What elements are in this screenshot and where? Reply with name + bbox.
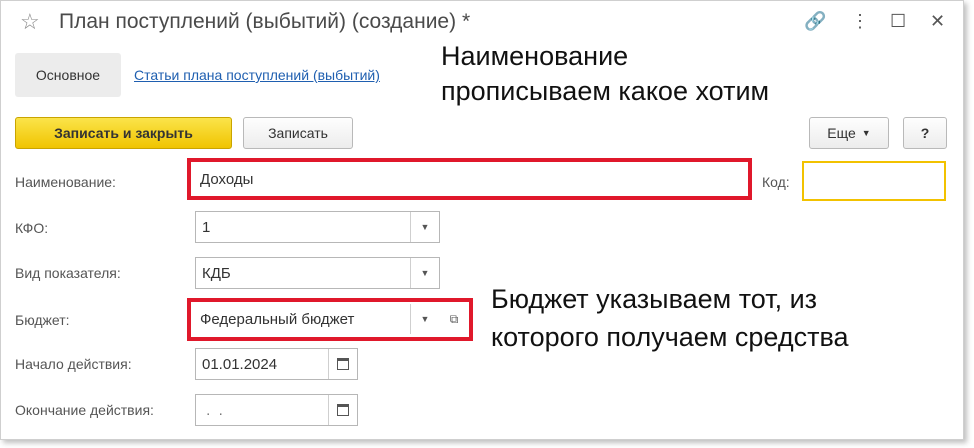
name-label: Наименование:	[15, 174, 116, 190]
indicator-value: КДБ	[202, 264, 231, 282]
start-date-field[interactable]: 01.01.2024	[195, 348, 358, 380]
end-date-label: Окончание действия:	[15, 402, 154, 418]
form-window: ☆ План поступлений (выбытий) (создание) …	[0, 0, 964, 440]
save-button[interactable]: Записать	[243, 117, 353, 149]
budget-annotation-line2: которого получаем средства	[491, 321, 849, 352]
favorite-star-icon[interactable]: ☆	[20, 9, 40, 35]
help-button[interactable]: ?	[903, 117, 947, 149]
chevron-down-icon: ▼	[861, 128, 871, 138]
budget-select[interactable]: Федеральный бюджет ▼	[194, 304, 439, 334]
budget-label: Бюджет:	[15, 312, 70, 328]
end-date-field[interactable]: . .	[195, 394, 358, 426]
kfo-value: 1	[202, 218, 211, 236]
chevron-down-icon[interactable]: ▼	[410, 258, 439, 288]
indicator-select[interactable]: КДБ ▼	[195, 257, 440, 289]
name-annotation-line2: прописываем какое хотим	[441, 76, 770, 107]
more-button-label: Еще	[827, 125, 856, 141]
more-button[interactable]: Еще ▼	[809, 117, 889, 149]
tab-plan-items-link[interactable]: Статьи плана поступлений (выбытий)	[134, 67, 380, 83]
start-date-label: Начало действия:	[15, 356, 132, 372]
tab-main[interactable]: Основное	[15, 53, 121, 97]
indicator-label: Вид показателя:	[15, 265, 121, 281]
kfo-label: КФО:	[15, 220, 49, 236]
budget-annotation: Бюджет указываем тот, из которого получа…	[491, 281, 849, 357]
name-annotation: Наименование прописываем какое хотим	[441, 39, 769, 109]
more-options-icon[interactable]: ⋮	[851, 11, 869, 32]
calendar-icon[interactable]	[328, 395, 357, 425]
open-card-icon[interactable]: ⧉	[441, 304, 467, 334]
code-label: Код:	[762, 174, 790, 190]
calendar-icon[interactable]	[328, 349, 357, 379]
kfo-select[interactable]: 1 ▼	[195, 211, 440, 243]
link-icon[interactable]: 🔗	[804, 11, 826, 32]
close-icon[interactable]: ✕	[930, 11, 945, 32]
window-title: План поступлений (выбытий) (создание) *	[59, 10, 471, 33]
budget-value: Федеральный бюджет	[200, 310, 355, 328]
name-annotation-line1: Наименование	[441, 41, 629, 71]
name-field[interactable]: Доходы	[194, 165, 745, 193]
start-date-value: 01.01.2024	[202, 355, 278, 373]
chevron-down-icon[interactable]: ▼	[410, 212, 439, 242]
save-and-close-button[interactable]: Записать и закрыть	[15, 117, 232, 149]
maximize-icon[interactable]: ☐	[890, 11, 906, 32]
chevron-down-icon[interactable]: ▼	[410, 304, 439, 334]
end-date-value: . .	[202, 401, 228, 419]
budget-annotation-line1: Бюджет указываем тот, из	[491, 284, 818, 314]
code-field[interactable]	[802, 161, 946, 201]
